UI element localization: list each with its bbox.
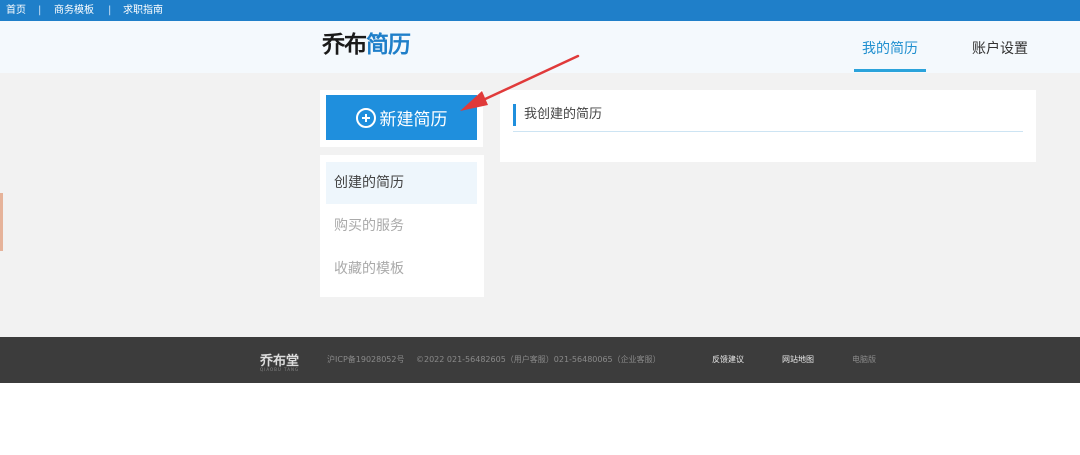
nav-link-home[interactable]: 首页 <box>6 1 26 20</box>
footer-link-pc[interactable]: 电脑版 <box>852 354 876 365</box>
new-resume-label: 新建简历 <box>379 110 448 130</box>
nav-separator: | <box>38 5 42 16</box>
footer-logo-subtitle: QIAOBU TANG <box>260 367 300 372</box>
side-menu: 创建的简历 购买的服务 收藏的模板 <box>320 155 484 297</box>
plus-circle-icon <box>355 107 376 128</box>
red-arrow-annotation <box>460 54 580 111</box>
nav-separator: | <box>108 5 112 16</box>
footer-contact: ©2022 021-56482605（用户客服）021-56480065（企业客… <box>416 355 661 364</box>
side-float-tab[interactable] <box>0 193 3 251</box>
top-navigation-bar: 首页 | 商务模板 | 求职指南 <box>0 0 1080 21</box>
footer-icp: 沪ICP备19028052号 <box>327 355 405 364</box>
tab-my-resume[interactable]: 我的简历 <box>862 38 918 58</box>
menu-item-created-resumes[interactable]: 创建的简历 <box>326 162 477 204</box>
menu-item-saved-templates[interactable]: 收藏的模板 <box>326 248 477 290</box>
site-logo[interactable]: 乔布简历 <box>322 28 411 62</box>
site-footer: 乔布堂 QIAOBU TANG 沪ICP备19028052号 ©2022 021… <box>0 337 1080 383</box>
nav-link-guide[interactable]: 求职指南 <box>123 1 163 20</box>
menu-item-purchased-services[interactable]: 购买的服务 <box>326 205 477 247</box>
footer-link-sitemap[interactable]: 网站地图 <box>782 354 814 365</box>
tab-account-settings[interactable]: 账户设置 <box>972 38 1028 58</box>
nav-link-templates[interactable]: 商务模板 <box>54 1 94 20</box>
active-tab-indicator <box>854 69 926 72</box>
footer-link-feedback[interactable]: 反馈建议 <box>712 354 744 365</box>
panel-divider <box>513 131 1023 132</box>
